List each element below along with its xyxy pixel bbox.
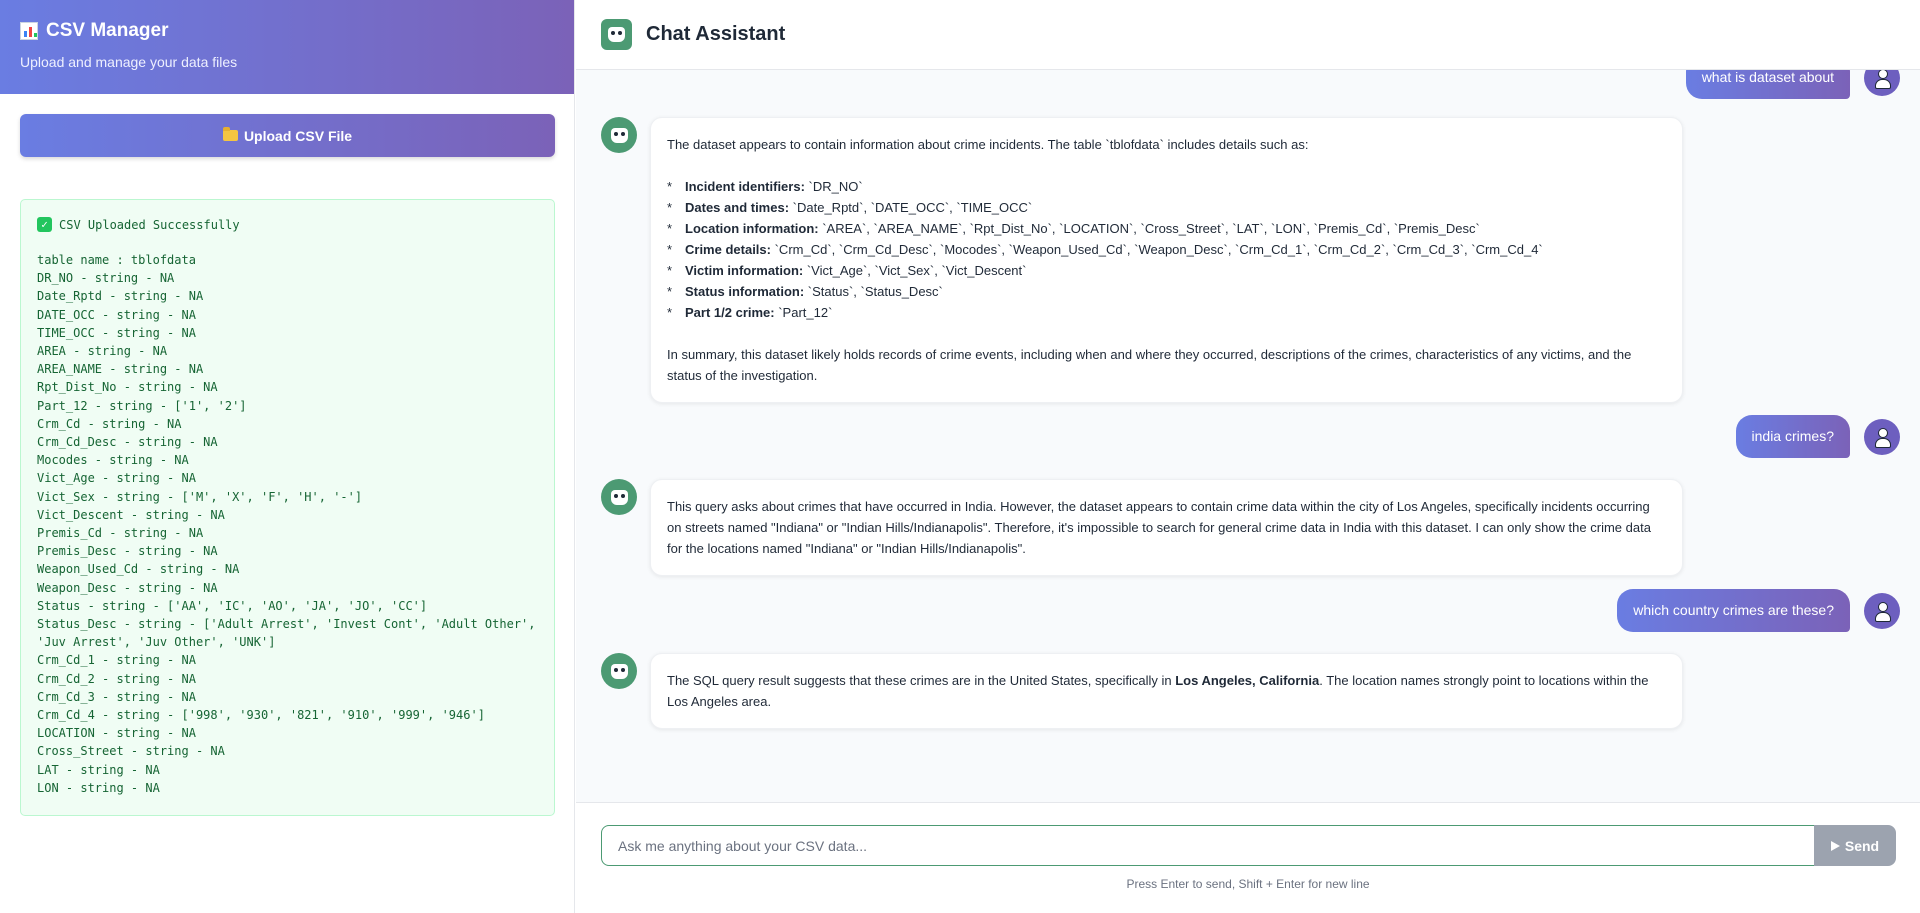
schema-line: Part_12 - string - ['1', '2'] xyxy=(37,398,247,413)
schema-line: Status - string - ['AA', 'IC', 'AO', 'JA… xyxy=(37,598,428,613)
schema-line: Crm_Cd_2 - string - NA xyxy=(37,671,196,686)
schema-list: table name : tblofdata DR_NO - string - N… xyxy=(37,251,538,797)
person-icon xyxy=(1874,601,1891,622)
send-button[interactable]: Send xyxy=(1814,825,1896,866)
chat-title: Chat Assistant xyxy=(646,23,786,45)
user-bubble: what is dataset about xyxy=(1685,70,1850,99)
schema-line: Vict_Descent - string - NA xyxy=(37,507,225,522)
schema-line: TIME_OCC - string - NA xyxy=(37,325,196,340)
schema-line: Vict_Age - string - NA xyxy=(37,471,196,486)
schema-line: Mocodes - string - NA xyxy=(37,453,189,468)
schema-panel: ✓ CSV Uploaded Successfully table name :… xyxy=(20,199,555,816)
list-item: * Status information: `Status`, `Status_D… xyxy=(667,284,943,299)
schema-line: Crm_Cd - string - NA xyxy=(37,416,182,431)
assistant-bubble: This query asks about crimes that have o… xyxy=(650,479,1683,576)
schema-line: Crm_Cd_Desc - string - NA xyxy=(37,435,218,450)
list-item: * Victim information: `Vict_Age`, `Vict_S… xyxy=(667,263,1027,278)
list-item: * Crime details: `Crm_Cd`, `Crm_Cd_Desc`,… xyxy=(667,242,1543,257)
assistant-intro: The dataset appears to contain informati… xyxy=(667,137,1309,152)
person-icon xyxy=(1874,427,1891,448)
schema-line: AREA_NAME - string - NA xyxy=(37,362,204,377)
schema-line: Cross_Street - string - NA xyxy=(37,744,225,759)
bot-icon xyxy=(601,653,637,689)
assistant-summary: In summary, this dataset likely holds re… xyxy=(667,347,1632,383)
schema-line: Premis_Desc - string - NA xyxy=(37,544,218,559)
chat-header: Chat Assistant xyxy=(576,0,1920,70)
schema-line: 'Juv Arrest', 'Juv Other', 'UNK'] xyxy=(37,635,276,650)
bot-icon xyxy=(601,479,637,515)
list-item: * Location information: `AREA`, `AREA_NAM… xyxy=(667,221,1480,236)
schema-line: Premis_Cd - string - NA xyxy=(37,526,204,541)
upload-csv-button[interactable]: Upload CSV File xyxy=(20,114,555,157)
list-item: * Incident identifiers: `DR_NO` xyxy=(667,179,863,194)
schema-line: Crm_Cd_4 - string - ['998', '930', '821'… xyxy=(37,708,485,723)
schema-line: DR_NO - string - NA xyxy=(37,271,175,286)
assistant-message: The SQL query result suggests that these… xyxy=(601,653,1683,729)
field-list: * Incident identifiers: `DR_NO` * Dates an… xyxy=(667,176,1666,323)
schema-line: Status_Desc - string - ['Adult Arrest', … xyxy=(37,617,536,632)
schema-line: LON - string - NA xyxy=(37,780,160,795)
message-list[interactable]: what is dataset about The dataset appear… xyxy=(576,70,1920,802)
bot-icon xyxy=(601,19,632,50)
schema-line: DATE_OCC - string - NA xyxy=(37,307,196,322)
assistant-text: The SQL query result suggests that these… xyxy=(667,673,1649,709)
list-item: * Part 1/2 crime: `Part_12` xyxy=(667,305,833,320)
schema-line: LOCATION - string - NA xyxy=(37,726,196,741)
user-avatar xyxy=(1864,592,1900,629)
schema-line: Crm_Cd_1 - string - NA xyxy=(37,653,196,668)
schema-line: Rpt_Dist_No - string - NA xyxy=(37,380,218,395)
schema-line: Vict_Sex - string - ['M', 'X', 'F', 'H',… xyxy=(37,489,363,504)
user-bubble: india crimes? xyxy=(1735,415,1850,458)
send-icon xyxy=(1830,840,1840,851)
app-subtitle: Upload and manage your data files xyxy=(20,54,238,70)
chat-input[interactable] xyxy=(601,825,1824,866)
schema-line: Date_Rptd - string - NA xyxy=(37,289,204,304)
user-avatar xyxy=(1864,70,1900,96)
user-bubble: which country crimes are these? xyxy=(1617,589,1850,632)
bar-chart-icon xyxy=(20,22,38,40)
bot-icon xyxy=(601,117,637,153)
upload-status: ✓ CSV Uploaded Successfully xyxy=(37,217,538,232)
input-hint: Press Enter to send, Shift + Enter for n… xyxy=(1126,877,1370,891)
sidebar: CSV Manager Upload and manage your data … xyxy=(0,0,575,913)
user-message: what is dataset about xyxy=(1685,70,1900,99)
sidebar-header: CSV Manager Upload and manage your data … xyxy=(0,0,574,94)
assistant-message: The dataset appears to contain informati… xyxy=(601,117,1683,403)
folder-icon xyxy=(222,127,238,141)
list-item: * Dates and times: `Date_Rptd`, `DATE_OCC… xyxy=(667,200,1033,215)
schema-line: Crm_Cd_3 - string - NA xyxy=(37,689,196,704)
schema-line: LAT - string - NA xyxy=(37,762,160,777)
chat-input-area: Send Press Enter to send, Shift + Enter … xyxy=(576,802,1920,913)
schema-line: Weapon_Desc - string - NA xyxy=(37,580,218,595)
app-title: CSV Manager xyxy=(20,20,554,42)
user-message: india crimes? xyxy=(1735,415,1900,458)
assistant-bubble: The dataset appears to contain informati… xyxy=(650,117,1683,403)
schema-line: table name : tblofdata xyxy=(37,253,196,267)
upload-status-text: CSV Uploaded Successfully xyxy=(59,217,240,232)
app-title-text: CSV Manager xyxy=(46,20,169,41)
user-avatar xyxy=(1864,418,1900,455)
schema-line: Weapon_Used_Cd - string - NA xyxy=(37,562,240,577)
check-icon: ✓ xyxy=(37,217,52,232)
assistant-message: This query asks about crimes that have o… xyxy=(601,479,1683,576)
user-message: which country crimes are these? xyxy=(1617,589,1900,632)
schema-line: AREA - string - NA xyxy=(37,344,168,359)
assistant-bubble: The SQL query result suggests that these… xyxy=(650,653,1683,729)
person-icon xyxy=(1874,70,1891,89)
assistant-text: This query asks about crimes that have o… xyxy=(667,499,1651,556)
send-label: Send xyxy=(1844,837,1880,854)
chat-panel: Chat Assistant what is dataset about The… xyxy=(576,0,1920,913)
upload-csv-label: Upload CSV File xyxy=(243,127,353,144)
